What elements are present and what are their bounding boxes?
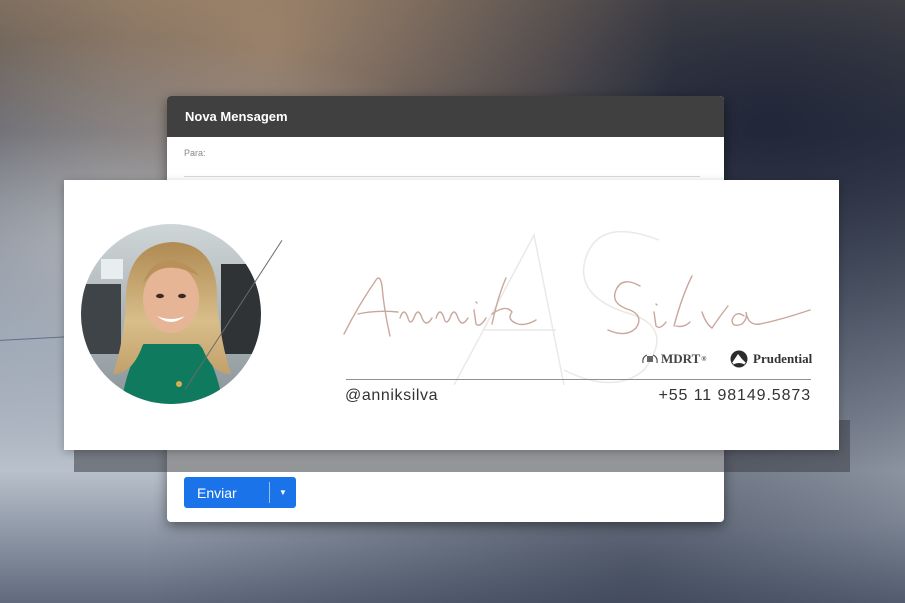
mdrt-logo: MDRT ® (641, 351, 707, 367)
social-handle[interactable]: @anniksilva (345, 387, 438, 405)
email-signature: MDRT ® Prudential @anniksilva +55 11 9814… (64, 180, 839, 450)
send-button[interactable]: Enviar ▼ (184, 477, 296, 508)
prudential-rock-icon (730, 350, 748, 368)
mdrt-text: MDRT (661, 351, 701, 366)
script-name-graphic (343, 275, 811, 337)
to-field[interactable]: Para: (184, 148, 700, 177)
compose-title: Nova Mensagem (185, 109, 288, 124)
send-label: Enviar (197, 484, 237, 501)
mdrt-wreath-icon (642, 354, 658, 364)
caret-down-icon[interactable]: ▼ (270, 488, 296, 497)
signature-rule (346, 379, 811, 380)
compose-header: Nova Mensagem (167, 96, 724, 137)
prudential-logo: Prudential (729, 350, 812, 368)
to-label: Para: (184, 148, 206, 158)
phone-number[interactable]: +55 11 98149.5873 (659, 387, 811, 405)
prudential-text: Prudential (753, 351, 813, 366)
mdrt-registered-mark: ® (701, 355, 707, 363)
